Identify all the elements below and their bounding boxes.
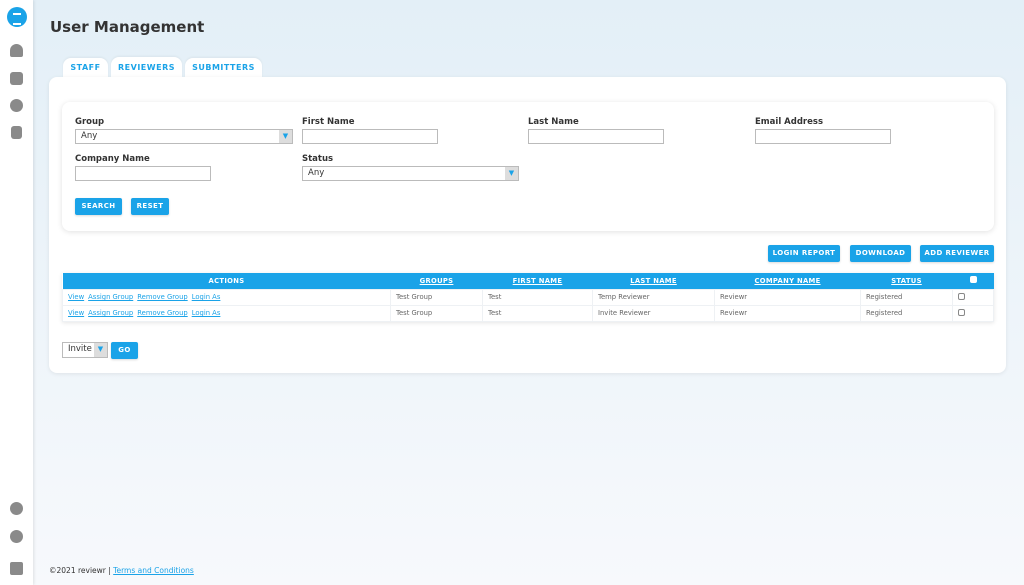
header-last-name[interactable]: LAST NAME: [592, 273, 715, 289]
cell-group: Test Group: [390, 288, 483, 306]
cell-status: Registered: [860, 304, 953, 322]
filter-panel: Group Any ▼ First Name Last Name Email Ad…: [62, 102, 994, 231]
status-select[interactable]: Any ▼: [302, 166, 519, 181]
cell-status: Registered: [860, 288, 953, 306]
status-select-value: Any: [308, 168, 325, 178]
download-button[interactable]: DOWNLOAD: [850, 245, 911, 262]
company-input[interactable]: [75, 166, 211, 181]
go-button[interactable]: GO: [111, 342, 138, 359]
row-actions: View Assign Group Remove Group Login As: [62, 288, 391, 306]
group-select-value: Any: [81, 131, 98, 141]
table-row: View Assign Group Remove Group Login As Tes…: [62, 288, 994, 306]
view-link[interactable]: View: [68, 309, 84, 317]
select-all-checkbox[interactable]: [952, 273, 994, 289]
cell-company: Reviewr: [714, 304, 861, 322]
reviewers-table: ACTIONS GROUPS FIRST NAME LAST NAME COMP…: [62, 273, 994, 322]
first-name-label: First Name: [302, 117, 355, 127]
tab-reviewers[interactable]: REVIEWERS: [111, 57, 182, 78]
reset-button[interactable]: RESET: [131, 198, 169, 215]
last-name-label: Last Name: [528, 117, 579, 127]
cell-first-name: Test: [482, 304, 593, 322]
sidebar: [0, 0, 33, 585]
support-icon[interactable]: [10, 502, 23, 515]
group-select[interactable]: Any ▼: [75, 129, 293, 144]
tab-submitters[interactable]: SUBMITTERS: [185, 58, 262, 78]
logo-icon[interactable]: [7, 7, 27, 27]
row-actions: View Assign Group Remove Group Login As: [62, 304, 391, 322]
terms-link[interactable]: Terms and Conditions: [113, 566, 194, 575]
cell-first-name: Test: [482, 288, 593, 306]
clipboard-icon[interactable]: [11, 126, 22, 139]
row-checkbox[interactable]: [952, 304, 994, 322]
bulk-action-value: Invite: [68, 344, 92, 354]
view-link[interactable]: View: [68, 293, 84, 301]
footer: ©2021 reviewr | Terms and Conditions: [49, 566, 194, 575]
assign-group-link[interactable]: Assign Group: [88, 293, 133, 301]
header-groups[interactable]: GROUPS: [390, 273, 483, 289]
logout-icon[interactable]: [10, 562, 23, 575]
bulk-action-select[interactable]: Invite ▼: [62, 342, 108, 358]
cell-group: Test Group: [390, 304, 483, 322]
remove-group-link[interactable]: Remove Group: [137, 293, 187, 301]
cell-company: Reviewr: [714, 288, 861, 306]
chevron-down-icon: ▼: [279, 130, 292, 143]
header-first-name[interactable]: FIRST NAME: [482, 273, 593, 289]
assign-group-link[interactable]: Assign Group: [88, 309, 133, 317]
login-report-button[interactable]: LOGIN REPORT: [768, 245, 840, 262]
gear-icon[interactable]: [10, 99, 23, 112]
tab-staff[interactable]: STAFF: [63, 58, 108, 78]
dashboard-icon[interactable]: [10, 44, 23, 57]
email-input[interactable]: [755, 129, 891, 144]
table-header: ACTIONS GROUPS FIRST NAME LAST NAME COMP…: [62, 273, 994, 289]
last-name-input[interactable]: [528, 129, 664, 144]
email-label: Email Address: [755, 117, 824, 127]
add-reviewer-button[interactable]: ADD REVIEWER: [920, 245, 994, 262]
remove-group-link[interactable]: Remove Group: [137, 309, 187, 317]
login-as-link[interactable]: Login As: [192, 309, 221, 317]
copyright: ©2021 reviewr |: [49, 566, 111, 575]
chevron-down-icon: ▼: [94, 343, 107, 357]
status-label: Status: [302, 154, 334, 164]
header-company-name[interactable]: COMPANY NAME: [714, 273, 861, 289]
calendar-icon[interactable]: [10, 72, 23, 85]
table-row: View Assign Group Remove Group Login As Tes…: [62, 304, 994, 322]
first-name-input[interactable]: [302, 129, 438, 144]
row-checkbox[interactable]: [952, 288, 994, 306]
header-status[interactable]: STATUS: [860, 273, 953, 289]
company-label: Company Name: [75, 154, 150, 164]
user-icon[interactable]: [10, 530, 23, 543]
search-button[interactable]: SEARCH: [75, 198, 122, 215]
page-title: User Management: [50, 18, 205, 36]
cell-last-name: Invite Reviewer: [592, 304, 715, 322]
cell-last-name: Temp Reviewer: [592, 288, 715, 306]
group-label: Group: [75, 117, 105, 127]
main-panel: Group Any ▼ First Name Last Name Email Ad…: [49, 77, 1006, 373]
header-actions: ACTIONS: [62, 273, 391, 289]
login-as-link[interactable]: Login As: [192, 293, 221, 301]
chevron-down-icon: ▼: [505, 167, 518, 180]
